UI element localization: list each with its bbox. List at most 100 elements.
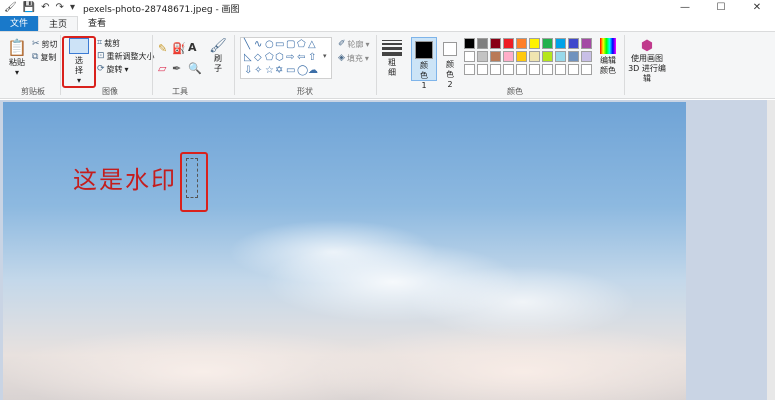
- line-width-icon: [382, 40, 402, 56]
- vertical-scrollbar[interactable]: [767, 100, 775, 400]
- maximize-button[interactable]: ☐: [703, 0, 739, 16]
- copy-button[interactable]: ⧉ 复制: [32, 51, 56, 63]
- shapes-gallery[interactable]: ╲ ∿ ○ ▭ ▢ ⬠ △ ◺ ◇ ⬠ ⬡ ⇨ ⇦ ⇧ ⇩ ✧ ☆ ✡ ▭ ◯ …: [240, 37, 332, 79]
- curve-shape-icon[interactable]: ∿: [254, 39, 262, 50]
- palette-swatch[interactable]: [503, 64, 514, 75]
- size-button[interactable]: 粗细: [380, 38, 404, 78]
- right-triangle-shape-icon[interactable]: ◺: [244, 52, 252, 63]
- diamond-shape-icon[interactable]: ◇: [254, 52, 262, 63]
- color2-button[interactable]: 颜色 2: [439, 37, 461, 89]
- color1-button[interactable]: 颜色 1: [411, 37, 437, 90]
- palette-swatch[interactable]: [529, 38, 540, 49]
- palette-swatch[interactable]: [555, 64, 566, 75]
- arrow-down-shape-icon[interactable]: ⇩: [244, 65, 252, 76]
- colors-group-label: 颜色: [507, 87, 523, 96]
- fill-label: 填充: [346, 53, 363, 63]
- resize-button[interactable]: ⊡ 重新调整大小: [97, 50, 155, 62]
- palette-swatch[interactable]: [542, 64, 553, 75]
- palette-swatch[interactable]: [529, 64, 540, 75]
- arrow-left-shape-icon[interactable]: ⇦: [297, 52, 305, 63]
- palette-swatch[interactable]: [477, 64, 488, 75]
- pentagon-shape-icon[interactable]: ⬠: [265, 52, 274, 63]
- palette-swatch[interactable]: [464, 51, 475, 62]
- window-title: pexels-photo-28748671.jpeg - 画图: [82, 4, 240, 15]
- crop-label: 裁剪: [104, 38, 121, 48]
- palette-swatch[interactable]: [503, 51, 514, 62]
- undo-icon[interactable]: ↶: [41, 0, 49, 16]
- redo-icon[interactable]: ↷: [56, 0, 64, 16]
- arrow-right-shape-icon[interactable]: ⇨: [286, 52, 294, 63]
- tab-home[interactable]: 主页: [38, 16, 79, 31]
- palette-swatch[interactable]: [581, 38, 592, 49]
- oval-callout-shape-icon[interactable]: ◯: [297, 65, 308, 76]
- four-point-star-shape-icon[interactable]: ✧: [254, 65, 262, 76]
- paint3d-button[interactable]: ⬢ 使用画图 3D 进行编辑: [627, 38, 667, 84]
- palette-swatch[interactable]: [516, 64, 527, 75]
- fill-button[interactable]: ◈ 填充 ▾: [338, 52, 369, 64]
- minimize-button[interactable]: —: [667, 0, 703, 16]
- color-picker-icon[interactable]: ✒: [172, 62, 181, 75]
- rounded-rectangle-shape-icon[interactable]: ▢: [286, 39, 295, 50]
- shapes-scroll-icon[interactable]: ▾: [323, 52, 327, 60]
- cloud-callout-shape-icon[interactable]: ☁: [308, 65, 318, 76]
- shapes-group-label: 形状: [297, 87, 313, 96]
- palette-swatch[interactable]: [542, 51, 553, 62]
- clipboard-group-label: 剪贴板: [21, 87, 45, 96]
- palette-swatch[interactable]: [503, 38, 514, 49]
- text-tool-icon[interactable]: A: [188, 41, 197, 54]
- palette-swatch[interactable]: [581, 64, 592, 75]
- arrow-up-shape-icon[interactable]: ⇧: [308, 52, 316, 63]
- tab-file[interactable]: 文件: [0, 16, 39, 31]
- copy-icon: ⧉: [32, 52, 39, 62]
- palette-swatch[interactable]: [490, 51, 501, 62]
- palette-swatch[interactable]: [529, 51, 540, 62]
- close-button[interactable]: ✕: [739, 0, 775, 16]
- canvas-image[interactable]: [3, 102, 686, 400]
- line-shape-icon[interactable]: ╲: [244, 39, 250, 50]
- outline-icon: ✐: [338, 39, 346, 49]
- size-label: 粗细: [388, 58, 396, 77]
- six-point-star-shape-icon[interactable]: ✡: [275, 65, 283, 76]
- separator: [60, 35, 61, 95]
- hexagon-shape-icon[interactable]: ⬡: [275, 52, 284, 63]
- triangle-shape-icon[interactable]: △: [308, 39, 316, 50]
- outline-button[interactable]: ✐ 轮廓 ▾: [338, 38, 370, 50]
- five-point-star-shape-icon[interactable]: ☆: [265, 65, 274, 76]
- edit-colors-button[interactable]: 编辑颜色: [596, 38, 620, 76]
- palette-swatch[interactable]: [464, 38, 475, 49]
- palette-swatch[interactable]: [516, 38, 527, 49]
- chevron-down-icon: ▾: [14, 68, 19, 77]
- palette-swatch[interactable]: [477, 51, 488, 62]
- rectangle-shape-icon[interactable]: ▭: [275, 39, 284, 50]
- palette-swatch[interactable]: [477, 38, 488, 49]
- scissors-icon: ✂: [32, 39, 40, 49]
- qat-menu-icon[interactable]: ▾: [70, 0, 75, 16]
- crop-button[interactable]: ⌗ 裁剪: [97, 37, 120, 49]
- oval-shape-icon[interactable]: ○: [265, 39, 274, 50]
- magnifier-icon[interactable]: 🔍: [188, 62, 202, 75]
- palette-swatch[interactable]: [490, 38, 501, 49]
- palette-swatch[interactable]: [490, 64, 501, 75]
- rotate-button[interactable]: ⟳ 旋转 ▾: [97, 63, 129, 75]
- brushes-button[interactable]: 🖌 刷子: [208, 38, 228, 74]
- palette-swatch[interactable]: [464, 64, 475, 75]
- paste-label: 粘贴: [9, 58, 25, 67]
- cut-button[interactable]: ✂ 剪切: [32, 38, 58, 50]
- polygon-shape-icon[interactable]: ⬠: [297, 39, 306, 50]
- fill-bucket-icon[interactable]: ⛽: [172, 42, 186, 55]
- palette-swatch[interactable]: [516, 51, 527, 62]
- eraser-icon[interactable]: ▱: [158, 62, 166, 75]
- palette-swatch[interactable]: [555, 51, 566, 62]
- palette-swatch[interactable]: [581, 51, 592, 62]
- paint3d-label: 使用画图 3D 进行编辑: [628, 54, 666, 83]
- palette-swatch[interactable]: [542, 38, 553, 49]
- paste-button[interactable]: 📋 粘贴 ▾: [4, 38, 30, 77]
- tab-view[interactable]: 查看: [78, 16, 116, 31]
- palette-swatch[interactable]: [568, 51, 579, 62]
- save-icon[interactable]: 💾: [23, 0, 35, 16]
- palette-swatch[interactable]: [555, 38, 566, 49]
- palette-swatch[interactable]: [568, 38, 579, 49]
- pencil-icon[interactable]: ✎: [158, 42, 167, 55]
- palette-swatch[interactable]: [568, 64, 579, 75]
- callout-shape-icon[interactable]: ▭: [286, 65, 295, 76]
